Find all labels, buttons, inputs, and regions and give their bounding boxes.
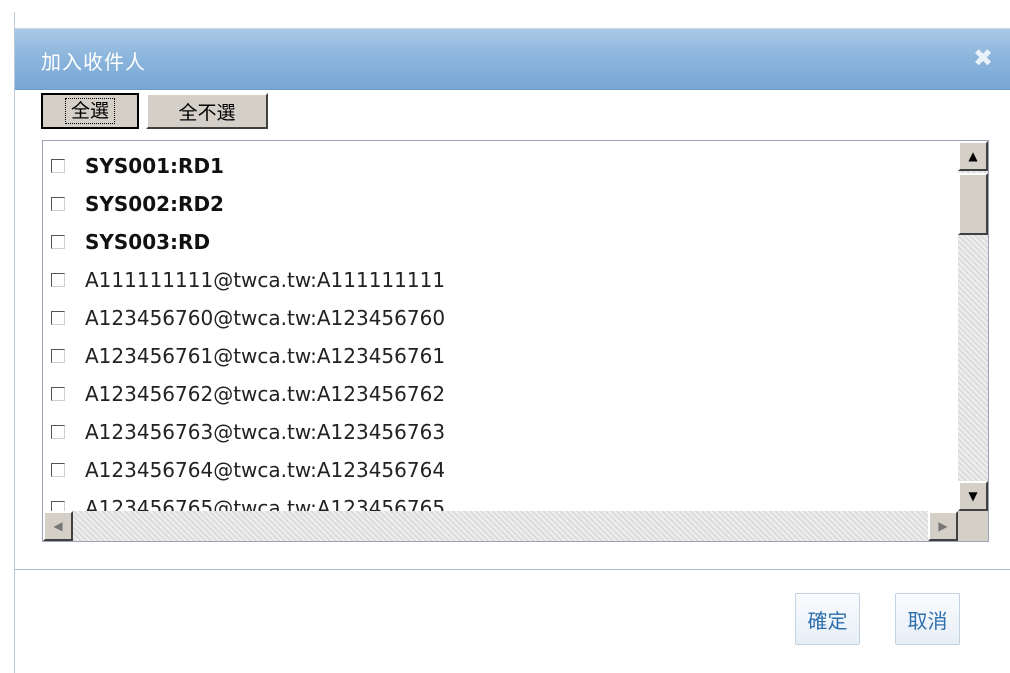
scrollbar-corner (958, 511, 988, 541)
scroll-left-icon[interactable]: ◀ (43, 511, 73, 541)
recipient-row[interactable]: A123456765@twca.tw:A123456765 (51, 491, 445, 511)
recipient-label: A123456763@twca.tw:A123456763 (85, 420, 446, 444)
add-recipients-dialog: 加入收件人 ✖ 全選 全不選 SYS001:RD1 SYS002:RD2 SYS00… (14, 12, 1010, 673)
recipient-checkbox[interactable] (51, 349, 65, 363)
recipient-row[interactable]: A123456760@twca.tw:A123456760 (51, 301, 445, 335)
recipient-checkbox[interactable] (51, 501, 65, 511)
recipient-label: A123456761@twca.tw:A123456761 (85, 344, 446, 368)
recipient-row[interactable]: SYS002:RD2 (51, 187, 224, 221)
vertical-scroll-thumb[interactable] (958, 173, 988, 235)
vertical-scrollbar[interactable]: ▲ ▼ (958, 141, 988, 511)
dialog-titlebar: 加入收件人 ✖ (15, 28, 1010, 90)
recipient-checkbox[interactable] (51, 463, 65, 477)
recipient-label: SYS001:RD1 (85, 154, 224, 178)
recipient-row[interactable]: A123456763@twca.tw:A123456763 (51, 415, 445, 449)
select-all-label: 全選 (64, 98, 115, 124)
recipient-checkbox[interactable] (51, 273, 65, 287)
recipient-checkbox[interactable] (51, 311, 65, 325)
recipient-label: SYS002:RD2 (85, 192, 224, 216)
recipient-row[interactable]: A123456761@twca.tw:A123456761 (51, 339, 445, 373)
recipient-label: A123456762@twca.tw:A123456762 (85, 382, 446, 406)
recipient-row[interactable]: SYS001:RD1 (51, 149, 224, 183)
recipient-checkbox[interactable] (51, 159, 65, 173)
recipient-label: SYS003:RD (85, 230, 211, 254)
confirm-button[interactable]: 確定 (795, 593, 860, 645)
close-icon[interactable]: ✖ (970, 44, 996, 72)
recipient-checkbox[interactable] (51, 425, 65, 439)
recipient-label: A123456760@twca.tw:A123456760 (85, 306, 446, 330)
horizontal-scrollbar[interactable]: ◀ ▶ (43, 511, 958, 541)
recipient-row[interactable]: SYS003:RD (51, 225, 210, 259)
recipient-list[interactable]: SYS001:RD1 SYS002:RD2 SYS003:RD A111111111@… (42, 140, 989, 542)
recipient-row[interactable]: A123456762@twca.tw:A123456762 (51, 377, 445, 411)
recipient-checkbox[interactable] (51, 235, 65, 249)
recipient-items: SYS001:RD1 SYS002:RD2 SYS003:RD A111111111@… (43, 141, 958, 511)
footer-divider (15, 569, 1010, 570)
select-all-button[interactable]: 全選 (41, 93, 139, 129)
recipient-label: A123456764@twca.tw:A123456764 (85, 458, 446, 482)
dialog-title: 加入收件人 (41, 50, 146, 74)
recipient-row[interactable]: A111111111@twca.tw:A111111111 (51, 263, 445, 297)
scroll-down-icon[interactable]: ▼ (958, 481, 988, 511)
scroll-right-icon[interactable]: ▶ (928, 511, 958, 541)
recipient-checkbox[interactable] (51, 387, 65, 401)
select-none-button[interactable]: 全不選 (146, 93, 268, 129)
scroll-up-icon[interactable]: ▲ (958, 141, 988, 171)
cancel-button[interactable]: 取消 (895, 593, 960, 645)
recipient-label: A111111111@twca.tw:A111111111 (85, 268, 446, 292)
recipient-checkbox[interactable] (51, 197, 65, 211)
recipient-label: A123456765@twca.tw:A123456765 (85, 496, 446, 511)
recipient-row[interactable]: A123456764@twca.tw:A123456764 (51, 453, 445, 487)
